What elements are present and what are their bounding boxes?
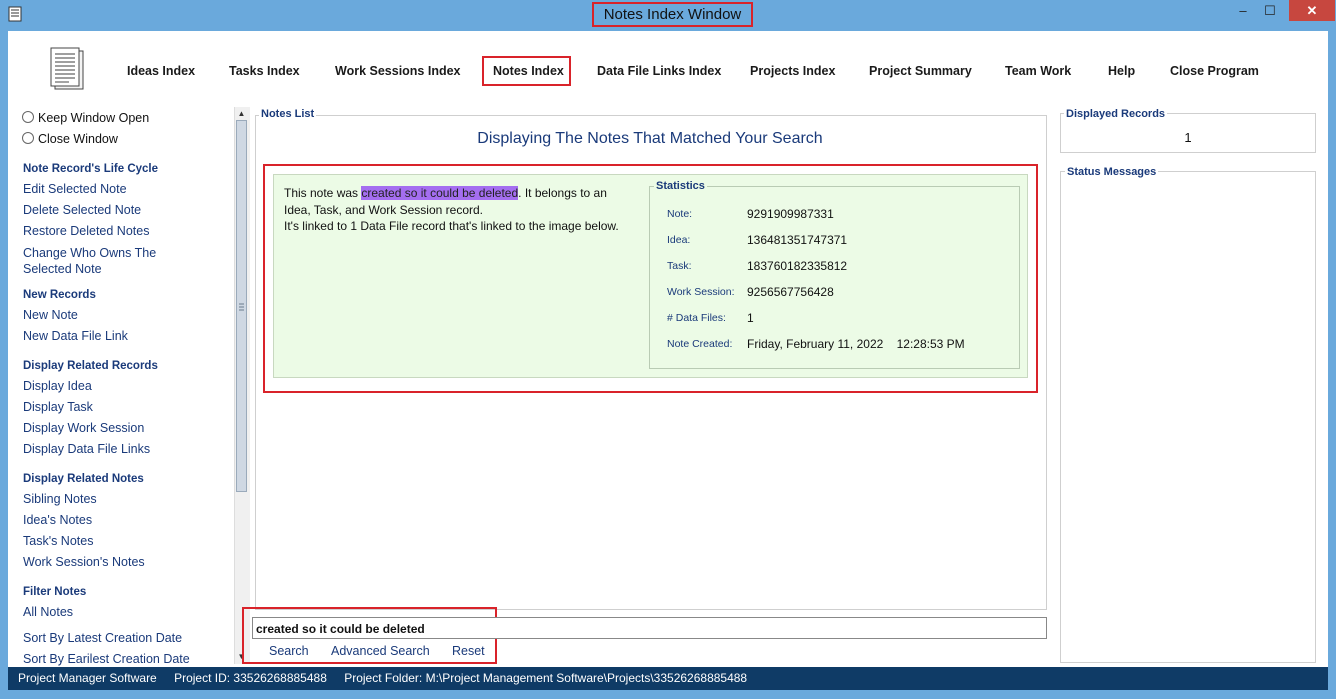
app-menu-icon[interactable]: [8, 6, 22, 22]
nav-close-program[interactable]: Close Program: [1170, 64, 1259, 80]
nav-help[interactable]: Help: [1108, 64, 1135, 80]
sidebar-restore-deleted-notes[interactable]: Restore Deleted Notes: [23, 224, 149, 238]
maximize-button[interactable]: ☐: [1259, 0, 1281, 22]
sidebar-heading-life-cycle: Note Record's Life Cycle: [23, 163, 159, 175]
sidebar-display-data-file-links[interactable]: Display Data File Links: [23, 442, 150, 456]
note-search-match: created so it could be deleted: [361, 186, 519, 200]
close-window-button[interactable]: ✕: [1289, 0, 1335, 21]
nav-notes-index[interactable]: Notes Index: [493, 64, 564, 80]
document-icon: [49, 47, 87, 93]
stat-label-idea: Idea:: [667, 234, 691, 246]
stat-label-data-files: # Data Files:: [667, 312, 726, 324]
keep-window-open-label: Keep Window Open: [38, 111, 150, 125]
close-window-radio[interactable]: Close Window: [22, 132, 118, 146]
sidebar-new-data-file-link[interactable]: New Data File Link: [23, 329, 128, 343]
keep-window-open-radio[interactable]: Keep Window Open: [22, 111, 149, 125]
reset-button[interactable]: Reset: [452, 644, 485, 658]
note-body: This note was created so it could be del…: [284, 185, 639, 235]
close-window-label: Close Window: [38, 132, 118, 146]
sidebar-delete-selected-note[interactable]: Delete Selected Note: [23, 203, 141, 217]
sidebar-ideas-notes[interactable]: Idea's Notes: [23, 513, 92, 527]
sidebar-heading-related-records: Display Related Records: [23, 360, 158, 372]
status-messages-panel: [1060, 171, 1316, 663]
stat-value-idea: 136481351747371: [747, 233, 848, 247]
search-input[interactable]: created so it could be deleted: [252, 617, 1047, 639]
note-text-before: This note was: [284, 186, 362, 200]
nav-work-sessions-index[interactable]: Work Sessions Index: [335, 64, 461, 80]
sidebar-sort-earliest[interactable]: Sort By Earilest Creation Date: [23, 652, 190, 666]
stat-label-task: Task:: [667, 260, 692, 272]
sidebar-tasks-notes[interactable]: Task's Notes: [23, 534, 93, 548]
stat-label-note-created: Note Created:: [667, 338, 733, 350]
status-bar: Project Manager Software Project ID: 335…: [8, 667, 1328, 690]
displayed-records-label: Displayed Records: [1064, 108, 1168, 120]
nav-project-summary[interactable]: Project Summary: [869, 64, 972, 80]
sidebar-display-task[interactable]: Display Task: [23, 400, 93, 414]
title-bar: Notes Index Window – ☐ ✕: [0, 0, 1336, 31]
nav-team-work[interactable]: Team Work: [1005, 64, 1071, 80]
sidebar-edit-selected-note[interactable]: Edit Selected Note: [23, 182, 127, 196]
stat-value-data-files: 1: [747, 311, 754, 325]
advanced-search-button[interactable]: Advanced Search: [331, 644, 430, 658]
nav-projects-index[interactable]: Projects Index: [750, 64, 835, 80]
stat-label-note: Note:: [667, 208, 693, 220]
sidebar-change-owner[interactable]: Change Who Owns The: [23, 246, 156, 260]
note-text-after: . It belongs to an: [518, 186, 607, 200]
status-messages-label: Status Messages: [1065, 166, 1159, 178]
sidebar-heading-filter-notes: Filter Notes: [23, 586, 87, 598]
status-project-id: Project ID: 33526268885488: [174, 671, 327, 685]
scroll-up-arrow-icon[interactable]: ▲: [236, 109, 247, 119]
note-line-3: It's linked to 1 Data File record that's…: [284, 219, 619, 233]
notes-list-heading: Displaying The Notes That Matched Your S…: [477, 130, 823, 147]
sidebar-heading-related-notes: Display Related Notes: [23, 473, 144, 485]
search-button[interactable]: Search: [269, 644, 309, 658]
stat-value-note-created: Friday, February 11, 2022 12:28:53 PM: [747, 337, 965, 351]
radio-icon: [22, 132, 34, 144]
sidebar-sort-latest[interactable]: Sort By Latest Creation Date: [23, 631, 182, 645]
nav-tasks-index[interactable]: Tasks Index: [229, 64, 300, 80]
statistics-title: Statistics: [654, 180, 707, 192]
sidebar-work-session-notes[interactable]: Work Session's Notes: [23, 555, 145, 569]
stat-label-work-session: Work Session:: [667, 286, 735, 298]
stat-value-work-session: 9256567756428: [747, 285, 834, 299]
sidebar-all-notes[interactable]: All Notes: [23, 605, 73, 619]
minimize-button[interactable]: –: [1232, 0, 1254, 22]
sidebar-change-owner-line2[interactable]: Selected Note: [23, 262, 102, 276]
radio-icon: [22, 111, 34, 123]
displayed-records-count: 1: [1184, 130, 1192, 145]
nav-ideas-index[interactable]: Ideas Index: [127, 64, 195, 80]
notes-list-label: Notes List: [259, 108, 317, 120]
stat-value-note: 9291909987331: [747, 207, 834, 221]
nav-data-file-links-index[interactable]: Data File Links Index: [597, 64, 721, 80]
sidebar-display-idea[interactable]: Display Idea: [23, 379, 92, 393]
window-title: Notes Index Window: [592, 2, 753, 27]
status-project-folder: Project Folder: M:\Project Management So…: [344, 671, 748, 685]
scrollbar-thumb[interactable]: [236, 120, 247, 492]
status-app-name: Project Manager Software: [18, 671, 157, 685]
sidebar-new-note[interactable]: New Note: [23, 308, 78, 322]
sidebar-heading-new-records: New Records: [23, 289, 96, 301]
stat-value-task: 183760182335812: [747, 259, 848, 273]
note-line-2: Idea, Task, and Work Session record.: [284, 202, 483, 217]
sidebar-sibling-notes[interactable]: Sibling Notes: [23, 492, 97, 506]
sidebar-display-work-session[interactable]: Display Work Session: [23, 421, 144, 435]
